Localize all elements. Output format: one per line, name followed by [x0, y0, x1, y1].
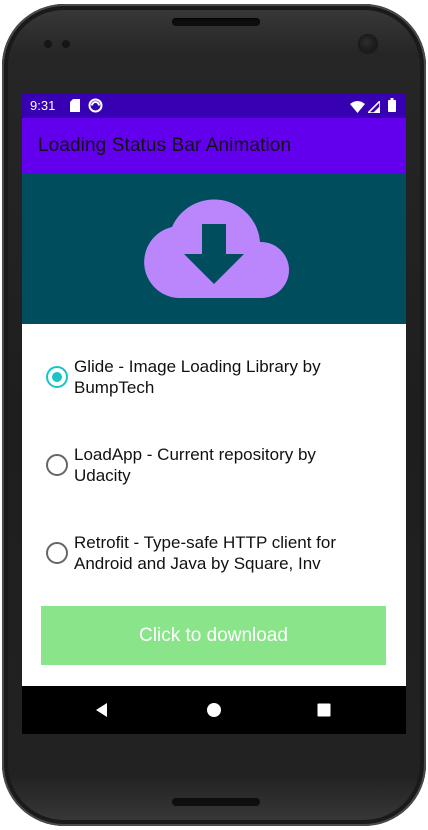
option-label: Glide - Image Loading Library by BumpTec… [74, 357, 321, 397]
header-banner [22, 174, 406, 324]
proximity-sensor [44, 40, 52, 48]
battery-icon [388, 98, 396, 117]
recents-icon[interactable] [316, 702, 332, 723]
option-retrofit[interactable]: Retrofit - Type-safe HTTP client for And… [46, 532, 386, 592]
option-label: LoadApp - Current repository by Udacity [74, 445, 316, 485]
signal-icon [366, 99, 381, 118]
sd-card-icon [70, 99, 80, 117]
download-button[interactable]: Click to download [41, 606, 386, 665]
option-glide[interactable]: Glide - Image Loading Library by BumpTec… [46, 356, 386, 416]
wifi-icon [350, 100, 365, 118]
status-time: 9:31 [30, 98, 56, 113]
bottom-speaker [172, 798, 260, 806]
earpiece-speaker [172, 18, 260, 26]
navigation-bar [22, 686, 406, 734]
front-camera [360, 36, 376, 52]
option-label: Retrofit - Type-safe HTTP client for And… [74, 533, 337, 573]
radio-button[interactable] [46, 366, 68, 388]
home-icon[interactable] [206, 702, 222, 723]
radio-button[interactable] [46, 454, 68, 476]
cloud-download-icon [144, 199, 290, 298]
radio-button[interactable] [46, 542, 68, 564]
back-icon[interactable] [94, 702, 110, 723]
status-bar: 9:31 [22, 94, 406, 118]
app-title: Loading Status Bar Animation [38, 135, 292, 156]
phone-screen: 9:31 Loading Status Bar Animation Glide … [22, 94, 406, 734]
option-loadapp[interactable]: LoadApp - Current repository by Udacity [46, 444, 386, 504]
app-bar: Loading Status Bar Animation [22, 118, 406, 174]
sync-icon [88, 98, 103, 118]
light-sensor [62, 40, 70, 48]
